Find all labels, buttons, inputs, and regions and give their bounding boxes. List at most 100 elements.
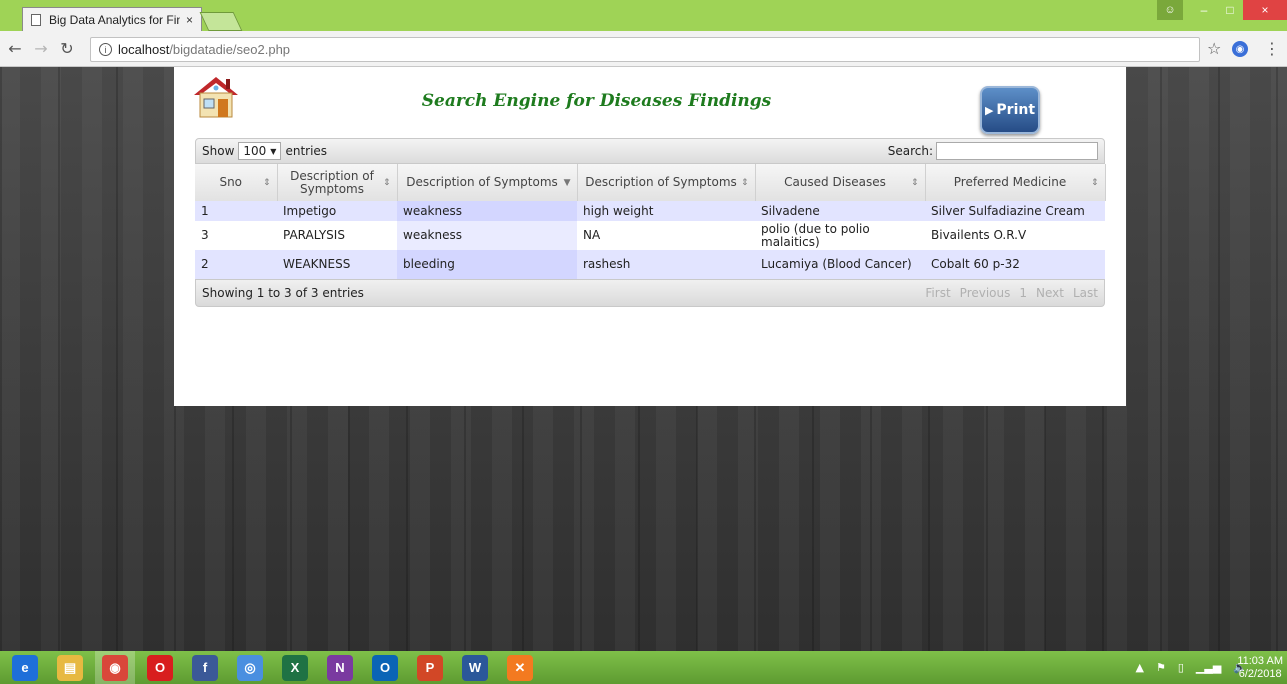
minimize-button[interactable]: –: [1191, 0, 1217, 20]
facebook-icon: f: [192, 654, 218, 681]
chromium-icon: ◎: [237, 654, 263, 681]
opera-icon: O: [147, 654, 173, 681]
print-label: Print: [996, 102, 1036, 118]
sort-icon: ⇕: [740, 178, 749, 188]
cell: PARALYSIS: [277, 221, 397, 250]
taskbar-excel-icon[interactable]: X: [275, 651, 315, 684]
cell: Bivailents O.R.V: [925, 221, 1105, 250]
cell: Silvadene: [755, 201, 925, 221]
taskbar-apps: e ▤ ◉ Of ◎ X N O P W ✕: [0, 651, 540, 684]
browser-tab[interactable]: Big Data Analytics for Fin ×: [22, 7, 202, 31]
taskbar-chrome-icon[interactable]: ◉: [95, 651, 135, 684]
entries-length-select[interactable]: 100 ▼: [238, 142, 282, 160]
cell: 3: [195, 221, 277, 250]
column-header-sno[interactable]: Sno ⇕: [195, 164, 278, 201]
flag-icon[interactable]: ⚑: [1156, 661, 1166, 674]
cell: bleeding: [397, 250, 577, 279]
cell: weakness: [397, 221, 577, 250]
user-icon[interactable]: ☺: [1157, 0, 1183, 20]
taskbar-onenote-icon[interactable]: N: [320, 651, 360, 684]
address-bar: ← → ↻ i localhost/bigdatadie/seo2.php ☆ …: [0, 31, 1287, 67]
battery-icon[interactable]: ▯: [1178, 661, 1184, 674]
taskbar-chromium-icon[interactable]: ◎: [230, 651, 270, 684]
pager-next-button[interactable]: Next: [1036, 286, 1064, 300]
cell: high weight: [577, 201, 755, 221]
sort-desc-icon: ▼: [563, 178, 571, 188]
clock[interactable]: 11:03 AM 6/2/2018: [1237, 655, 1283, 681]
page-icon: [31, 13, 41, 26]
pager-first-button[interactable]: First: [925, 286, 950, 300]
window-controls: ☺ – □ ×: [1157, 0, 1287, 20]
column-header-symptoms-1[interactable]: Description of Symptoms ⇕: [277, 164, 398, 201]
menu-dots-icon[interactable]: ⋮: [1264, 39, 1280, 58]
page-title: Search Engine for Diseases Findings: [421, 91, 772, 111]
clock-date: 6/2/2018: [1238, 668, 1282, 680]
taskbar-word-icon[interactable]: W: [455, 651, 495, 684]
chrome-icon: ◉: [102, 654, 128, 681]
sort-icon: ⇕: [910, 178, 919, 188]
pager-last-button[interactable]: Last: [1073, 286, 1098, 300]
data-table-wrapper: Show 100 ▼ entries Search: Sno ⇕ Descrip…: [195, 138, 1106, 307]
table-row: 1 Impetigo weakness high weight Silvaden…: [195, 201, 1105, 221]
taskbar-facebook-icon[interactable]: f: [185, 651, 225, 684]
info-icon[interactable]: i: [99, 43, 112, 56]
clock-time: 11:03 AM: [1237, 655, 1283, 667]
print-button[interactable]: ▶ Print: [980, 86, 1040, 134]
cell: weakness: [397, 201, 577, 221]
taskbar-outlook-icon[interactable]: O: [365, 651, 405, 684]
system-tray: ▲ ⚑ ▯ ▁▃▅ 🔈: [1136, 651, 1248, 684]
windows-taskbar: e ▤ ◉ Of ◎ X N O P W ✕ ▲ ⚑ ▯ ▁▃▅ 🔈 11:03 AM 6/2/20…: [0, 651, 1287, 684]
cell: Silver Sulfadiazine Cream: [925, 201, 1105, 221]
table-row: 3 PARALYSIS weakness NA polio (due to po…: [195, 221, 1105, 250]
signal-icon[interactable]: ▁▃▅: [1196, 661, 1221, 674]
page-viewport: Search Engine for Diseases Findings ▶ Pr…: [0, 67, 1287, 651]
tray-chevron-icon[interactable]: ▲: [1136, 661, 1144, 674]
reload-icon[interactable]: ↻: [56, 39, 78, 58]
pager-page-1-button[interactable]: 1: [1019, 286, 1027, 300]
word-icon: W: [462, 654, 488, 681]
length-value: 100: [243, 144, 267, 158]
sort-icon: ⇕: [382, 178, 391, 188]
table-toolbar: Show 100 ▼ entries Search:: [195, 138, 1105, 164]
cell: WEAKNESS: [277, 250, 397, 279]
cell: Lucamiya (Blood Cancer): [755, 250, 925, 279]
search-input[interactable]: [936, 142, 1098, 160]
taskbar-xampp-icon[interactable]: ✕: [500, 651, 540, 684]
dropdown-caret-icon: ▼: [270, 146, 277, 156]
back-arrow-icon[interactable]: ←: [4, 39, 26, 58]
url-input[interactable]: i localhost/bigdatadie/seo2.php: [90, 37, 1200, 62]
browser-tab-strip: Big Data Analytics for Fin × ☺ – □ ×: [0, 0, 1287, 31]
new-tab-button[interactable]: [199, 12, 243, 31]
column-header-preferred-medicine[interactable]: Preferred Medicine ⇕: [925, 164, 1106, 201]
excel-icon: X: [282, 654, 308, 681]
sort-icon: ⇕: [1090, 178, 1099, 188]
table-footer: Showing 1 to 3 of 3 entries First Previo…: [195, 279, 1105, 307]
tab-title: Big Data Analytics for Fin: [49, 12, 180, 27]
taskbar-powerpoint-icon[interactable]: P: [410, 651, 450, 684]
search-label: Search:: [887, 144, 933, 158]
extension-icon[interactable]: ◉: [1232, 41, 1248, 57]
taskbar-internet-explorer-icon[interactable]: e: [5, 651, 45, 684]
powerpoint-icon: P: [417, 654, 443, 681]
bookmark-star-icon[interactable]: ☆: [1207, 39, 1221, 58]
table-info: Showing 1 to 3 of 3 entries: [202, 286, 364, 300]
taskbar-opera-icon[interactable]: O: [140, 651, 180, 684]
play-arrow-icon: ▶: [984, 103, 994, 117]
url-path: /bigdatadie/seo2.php: [169, 42, 291, 57]
column-header-symptoms-2[interactable]: Description of Symptoms ▼: [397, 164, 578, 201]
close-window-button[interactable]: ×: [1243, 0, 1287, 20]
content-card: Search Engine for Diseases Findings ▶ Pr…: [174, 67, 1126, 406]
pagination: First Previous 1 Next Last: [925, 286, 1098, 300]
close-tab-icon[interactable]: ×: [186, 13, 193, 27]
maximize-button[interactable]: □: [1217, 0, 1243, 20]
forward-arrow-icon[interactable]: →: [30, 39, 52, 58]
column-header-symptoms-3[interactable]: Description of Symptoms ⇕: [577, 164, 756, 201]
cell: rashesh: [577, 250, 755, 279]
pager-previous-button[interactable]: Previous: [960, 286, 1011, 300]
taskbar-file-explorer-icon[interactable]: ▤: [50, 651, 90, 684]
column-header-caused-diseases[interactable]: Caused Diseases ⇕: [755, 164, 926, 201]
search-area: Search:: [888, 142, 1098, 160]
table-header-row: Sno ⇕ Description of Symptoms ⇕ Descriptio…: [195, 164, 1106, 201]
xampp-icon: ✕: [507, 654, 533, 681]
url-host: localhost: [118, 42, 170, 57]
